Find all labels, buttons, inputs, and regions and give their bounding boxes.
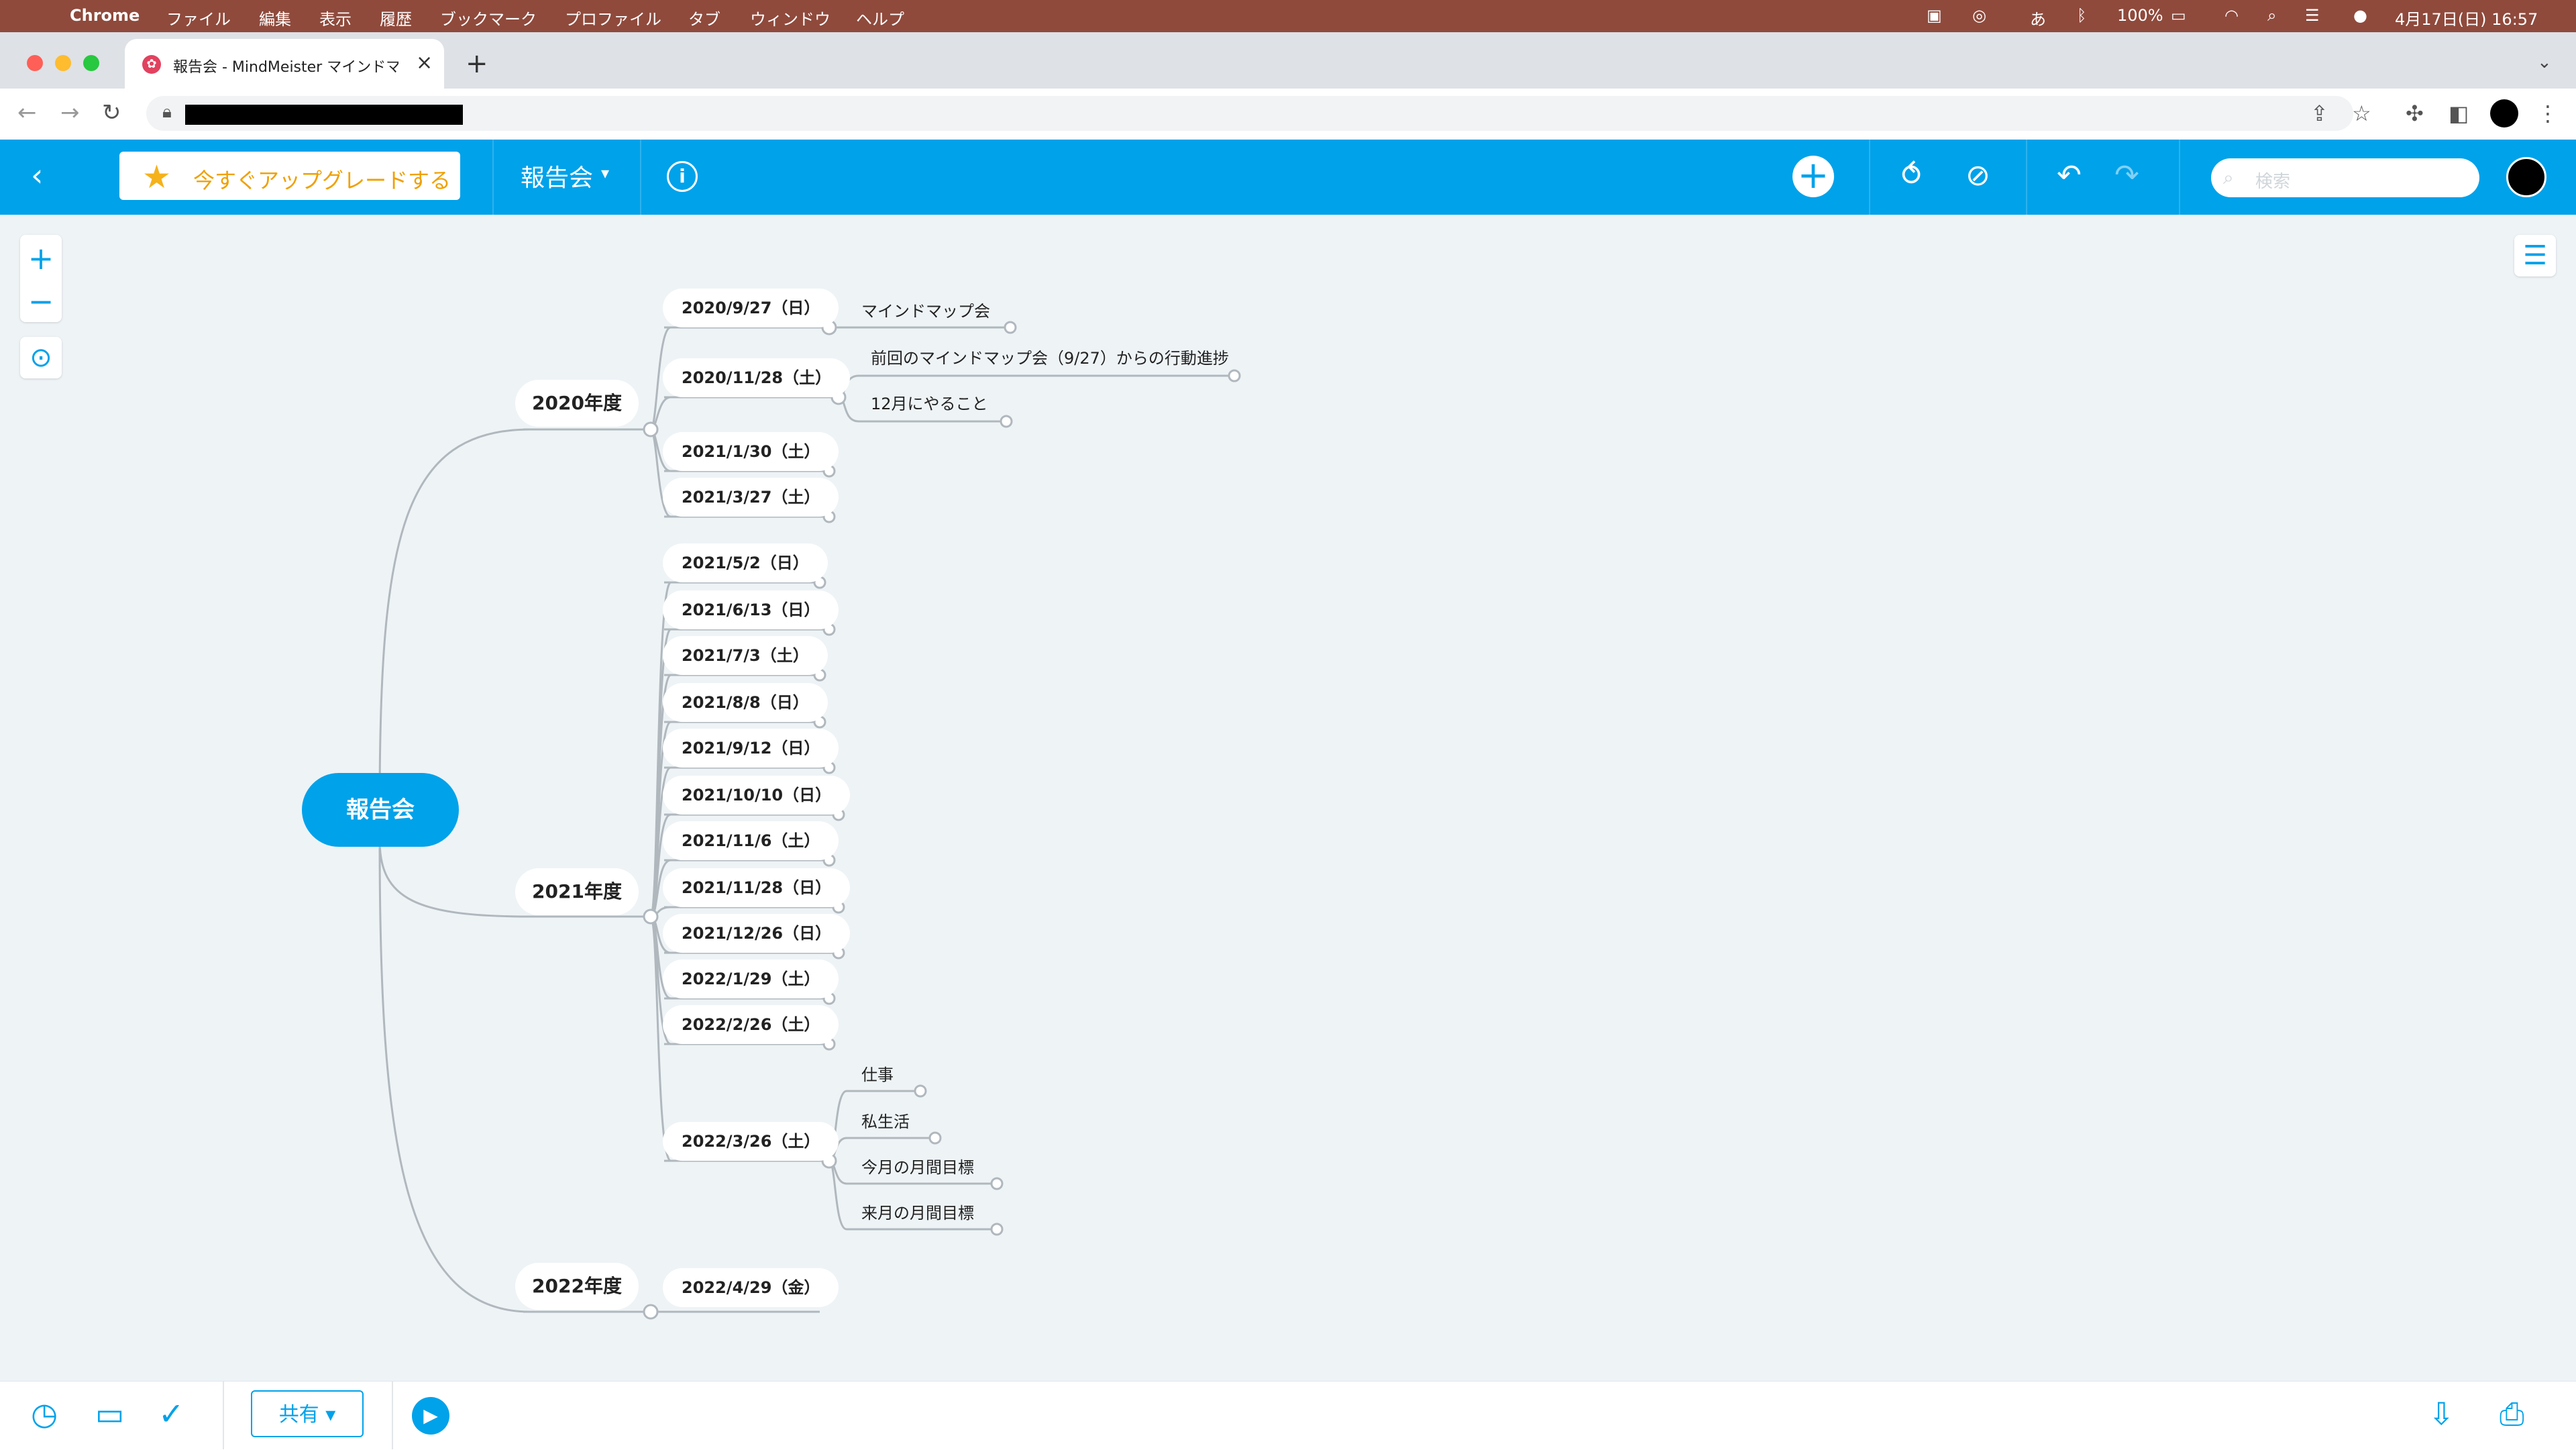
topic-date[interactable]: 2021/7/3（土）: [663, 636, 828, 675]
subtopic[interactable]: 前回のマインドマップ会（9/27）からの行動進捗: [871, 345, 1229, 368]
print-icon[interactable]: ⎙: [2500, 1396, 2524, 1433]
presentation-icon[interactable]: ▭: [95, 1396, 124, 1432]
topic-date[interactable]: 2021/6/13（日）: [663, 590, 839, 629]
bottom-divider: [392, 1381, 393, 1449]
subtopic[interactable]: 私生活: [861, 1108, 910, 1132]
topic-date[interactable]: 2022/4/29（金）: [663, 1268, 839, 1307]
topic-date[interactable]: 2021/8/8（日）: [663, 683, 828, 722]
topic-date[interactable]: 2020/9/27（日）: [663, 289, 839, 327]
topic-date[interactable]: 2021/10/10（日）: [663, 776, 851, 815]
topic-date[interactable]: 2021/5/2（日）: [663, 543, 828, 582]
subtopic[interactable]: マインドマップ会: [861, 298, 990, 321]
subtopic[interactable]: 仕事: [861, 1061, 894, 1085]
topic-date[interactable]: 2021/1/30（土）: [663, 432, 839, 471]
play-presentation-icon[interactable]: ▶: [412, 1397, 449, 1435]
subtopic[interactable]: 来月の月間目標: [861, 1200, 974, 1223]
topic-2020[interactable]: 2020年度: [515, 380, 639, 427]
topic-date[interactable]: 2020/11/28（土）: [663, 358, 851, 397]
topic-date[interactable]: 2022/2/26（土）: [663, 1005, 839, 1044]
topic-date[interactable]: 2021/11/28（日）: [663, 868, 851, 907]
subtopic[interactable]: 今月の月間目標: [861, 1154, 974, 1178]
subtopic[interactable]: 12月にやること: [871, 391, 988, 414]
topic-date[interactable]: 2021/12/26（日）: [663, 914, 851, 953]
topic-2021[interactable]: 2021年度: [515, 868, 639, 915]
topic-date[interactable]: 2021/3/27（土）: [663, 478, 839, 517]
checkmark-icon[interactable]: ✓: [158, 1396, 184, 1432]
share-button[interactable]: 共有 ▾: [251, 1390, 364, 1437]
bottom-divider: [223, 1381, 224, 1449]
history-icon[interactable]: ◷: [31, 1396, 58, 1432]
topic-date[interactable]: 2022/1/29（土）: [663, 960, 839, 998]
bottom-toolbar: [0, 1381, 2576, 1450]
topic-2022[interactable]: 2022年度: [515, 1263, 639, 1310]
topic-date[interactable]: 2021/9/12（日）: [663, 729, 839, 768]
topic-date[interactable]: 2021/11/6（土）: [663, 821, 839, 860]
cloud-download-icon[interactable]: ⇩: [2428, 1396, 2455, 1432]
mindmap-root-node[interactable]: 報告会: [302, 773, 459, 847]
topic-date[interactable]: 2022/3/26（土）: [663, 1122, 839, 1161]
mindmap-connectors: [378, 319, 1241, 1320]
